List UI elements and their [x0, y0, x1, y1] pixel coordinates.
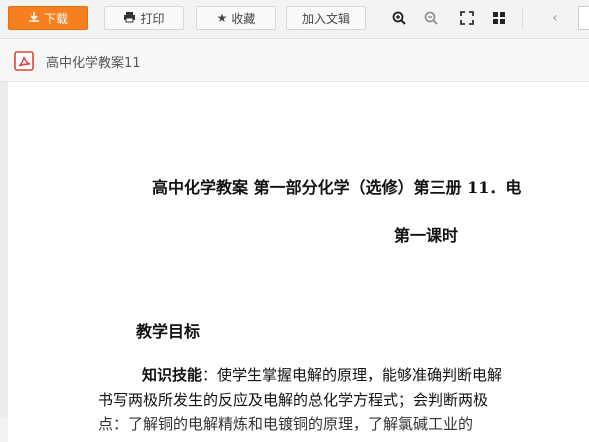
paragraph-line: 点：了解铜的电解精炼和电镀铜的原理，了解氯碱工业的 — [98, 415, 474, 433]
skills-text: ：使学生掌握电解的原理，能够准确判断电解 — [202, 366, 503, 384]
document-viewer[interactable]: 高中化学教案 第一部分化学（选修）第三册 11．电 第一课时 教学目标 知识技能… — [0, 82, 589, 442]
toolbar: 下载 打印 ★ 收藏 加入文辑 ‹ — [0, 0, 589, 39]
toolbar-divider — [522, 8, 523, 28]
zoom-in-icon[interactable] — [388, 8, 410, 28]
download-icon — [28, 11, 40, 26]
paragraph-line: 知识技能：使学生掌握电解的原理，能够准确判断电解 — [142, 364, 502, 385]
document-page: 高中化学教案 第一部分化学（选修）第三册 11．电 第一课时 教学目标 知识技能… — [8, 82, 589, 442]
print-label: 打印 — [140, 11, 165, 26]
grid-view-icon[interactable] — [488, 8, 510, 28]
section-heading: 教学目标 — [136, 322, 201, 341]
document-subtitle: 第一课时 — [394, 226, 459, 245]
add-to-library-button[interactable]: 加入文辑 — [286, 6, 366, 30]
favorite-button[interactable]: ★ 收藏 — [196, 6, 276, 30]
paragraph-line: 书写两极所发生的反应及电解的总化学方程式；会判断两极 — [98, 391, 489, 409]
document-title: 高中化学教案 第一部分化学（选修）第三册 11．电 — [152, 178, 522, 197]
favorite-label: 收藏 — [231, 11, 256, 26]
download-button[interactable]: 下载 — [8, 6, 88, 30]
download-label: 下载 — [43, 11, 68, 26]
page-number-input[interactable] — [578, 6, 589, 30]
fullscreen-icon[interactable] — [456, 8, 478, 28]
pdf-icon — [14, 51, 34, 71]
previous-page-icon[interactable]: ‹ — [544, 8, 566, 28]
star-icon: ★ — [216, 11, 228, 25]
file-header: 高中化学教案11 — [0, 39, 589, 82]
zoom-out-icon[interactable] — [420, 8, 442, 28]
printer-icon — [123, 11, 136, 26]
print-button[interactable]: 打印 — [104, 6, 184, 30]
add-to-library-label: 加入文辑 — [301, 11, 350, 26]
skills-label: 知识技能 — [142, 366, 203, 384]
file-name: 高中化学教案11 — [46, 56, 141, 71]
